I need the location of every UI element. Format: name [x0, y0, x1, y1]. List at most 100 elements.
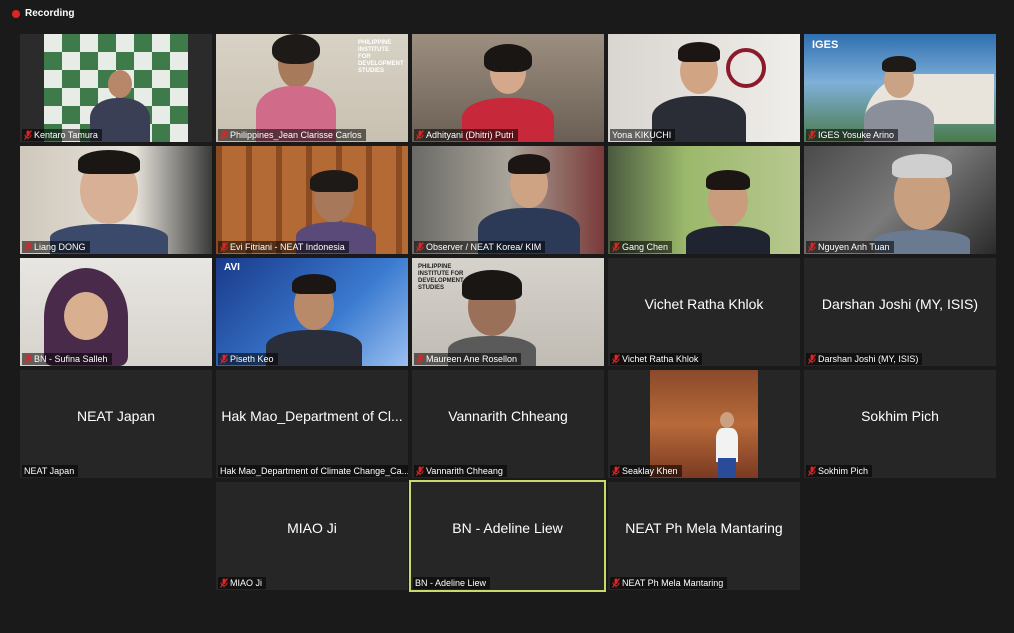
participant-name: Maureen Ane Rosellon	[426, 354, 518, 364]
participant-tile-sokhim-pich[interactable]: Sokhim Pich Sokhim Pich	[804, 370, 996, 478]
participant-label: Maureen Ane Rosellon	[414, 353, 522, 365]
participant-name: Philippines_Jean Clarisse Carlos	[230, 130, 362, 140]
muted-mic-icon	[612, 466, 620, 476]
muted-mic-icon	[808, 130, 816, 140]
participant-tile-kentaro-tamura[interactable]: Kentaro Tamura	[20, 34, 212, 142]
participant-name: Vannarith Chheang	[426, 466, 503, 476]
participant-label: Adhityani (Dhitri) Putri	[414, 129, 518, 141]
participant-name: Nguyen Anh Tuan	[818, 242, 890, 252]
participant-tile-neat-japan[interactable]: NEAT Japan NEAT Japan	[20, 370, 212, 478]
participant-display-name: Vannarith Chheang	[448, 408, 568, 424]
participant-tile-maureen-rosellon[interactable]: PHILIPPINE INSTITUTE FOR DEVELOPMENT STU…	[412, 258, 604, 366]
participant-tile-mela-mantaring[interactable]: NEAT Ph Mela Mantaring NEAT Ph Mela Mant…	[608, 482, 800, 590]
participant-tile-adeline-liew-active-speaker[interactable]: BN - Adeline Liew BN - Adeline Liew	[409, 480, 606, 592]
participant-name: Seaklay Khen	[622, 466, 678, 476]
participant-name: Observer / NEAT Korea/ KIM	[426, 242, 542, 252]
participant-display-name: Vichet Ratha Khlok	[644, 296, 764, 312]
participant-name: Yona KIKUCHI	[612, 130, 672, 140]
participant-label: IGES Yosuke Arino	[806, 129, 899, 141]
participant-label: Piseth Keo	[218, 353, 278, 365]
participant-name: Piseth Keo	[230, 354, 274, 364]
participant-label: Philippines_Jean Clarisse Carlos	[218, 129, 366, 141]
participant-name: BN - Sufina Salleh	[34, 354, 108, 364]
participant-label: Gang Chen	[610, 241, 673, 253]
participant-name: Evi Fitriani - NEAT Indonesia	[230, 242, 345, 252]
participant-display-name: Sokhim Pich	[861, 408, 939, 424]
participant-name: Kentaro Tamura	[34, 130, 98, 140]
muted-mic-icon	[612, 242, 620, 252]
recording-label: Recording	[25, 8, 75, 19]
participant-display-name: BN - Adeline Liew	[452, 520, 563, 536]
participant-label: NEAT Ph Mela Mantaring	[610, 577, 728, 589]
muted-mic-icon	[808, 354, 816, 364]
participant-label: Observer / NEAT Korea/ KIM	[414, 241, 546, 253]
muted-mic-icon	[416, 242, 424, 252]
participant-label: Sokhim Pich	[806, 465, 873, 477]
participant-name: NEAT Japan	[24, 466, 75, 476]
participant-name: Darshan Joshi (MY, ISIS)	[818, 354, 919, 364]
participant-label: Kentaro Tamura	[22, 129, 102, 141]
participant-label: Liang DONG	[22, 241, 90, 253]
participant-name: Liang DONG	[34, 242, 86, 252]
muted-mic-icon	[416, 466, 424, 476]
participant-tile-jean-clarisse-carlos[interactable]: PHILIPPINE INSTITUTE FOR DEVELOPMENT STU…	[216, 34, 408, 142]
participant-name: Gang Chen	[622, 242, 669, 252]
participant-name: MIAO Ji	[230, 578, 263, 588]
participant-tile-liang-dong[interactable]: Liang DONG	[20, 146, 212, 254]
participant-name: Vichet Ratha Khlok	[622, 354, 699, 364]
muted-mic-icon	[220, 242, 228, 252]
participant-tile-vichet-ratha-khlok[interactable]: Vichet Ratha Khlok Vichet Ratha Khlok	[608, 258, 800, 366]
muted-mic-icon	[24, 130, 32, 140]
participant-tile-hak-mao[interactable]: Hak Mao_Department of Cl... Hak Mao_Depa…	[216, 370, 408, 478]
participant-label: Vichet Ratha Khlok	[610, 353, 703, 365]
muted-mic-icon	[808, 242, 816, 252]
recording-indicator[interactable]: Recording	[12, 8, 74, 19]
participant-label: BN - Adeline Liew	[413, 577, 491, 589]
participant-tile-vannarith-chheang[interactable]: Vannarith Chheang Vannarith Chheang	[412, 370, 604, 478]
participant-display-name: MIAO Ji	[287, 520, 337, 536]
muted-mic-icon	[24, 242, 32, 252]
participant-name: Hak Mao_Department of Climate Change_Ca.…	[220, 466, 408, 476]
participant-tile-seaklay-khen[interactable]: Seaklay Khen	[608, 370, 800, 478]
muted-mic-icon	[808, 466, 816, 476]
muted-mic-icon	[416, 130, 424, 140]
participant-name: Sokhim Pich	[818, 466, 869, 476]
participant-tile-evi-fitriani[interactable]: Evi Fitriani - NEAT Indonesia	[216, 146, 408, 254]
participant-tile-neat-korea-kim[interactable]: Observer / NEAT Korea/ KIM	[412, 146, 604, 254]
participant-label: Evi Fitriani - NEAT Indonesia	[218, 241, 349, 253]
participant-display-name: Darshan Joshi (MY, ISIS)	[821, 296, 979, 312]
participant-tile-adhityani-putri[interactable]: Adhityani (Dhitri) Putri	[412, 34, 604, 142]
muted-mic-icon	[612, 578, 620, 588]
participant-tile-yosuke-arino[interactable]: IGES IGES Yosuke Arino	[804, 34, 996, 142]
participant-label: BN - Sufina Salleh	[22, 353, 112, 365]
participant-name: IGES Yosuke Arino	[818, 130, 895, 140]
participant-display-name: NEAT Japan	[76, 408, 156, 424]
muted-mic-icon	[24, 354, 32, 364]
participant-tile-sufina-salleh[interactable]: BN - Sufina Salleh	[20, 258, 212, 366]
participant-tile-miao-ji[interactable]: MIAO Ji MIAO Ji	[216, 482, 408, 590]
muted-mic-icon	[220, 578, 228, 588]
participant-label: NEAT Japan	[22, 465, 79, 477]
record-dot-icon	[12, 9, 20, 18]
participant-name: Adhityani (Dhitri) Putri	[426, 130, 514, 140]
participant-label: Yona KIKUCHI	[610, 129, 676, 141]
participant-label: Hak Mao_Department of Climate Change_Ca.…	[218, 465, 408, 477]
participant-label: Darshan Joshi (MY, ISIS)	[806, 353, 923, 365]
participant-name: NEAT Ph Mela Mantaring	[622, 578, 724, 588]
muted-mic-icon	[220, 354, 228, 364]
participant-tile-nguyen-anh-tuan[interactable]: Nguyen Anh Tuan	[804, 146, 996, 254]
participant-label: Nguyen Anh Tuan	[806, 241, 894, 253]
participant-tile-gang-chen[interactable]: Gang Chen	[608, 146, 800, 254]
participant-label: Vannarith Chheang	[414, 465, 507, 477]
participant-tile-darshan-joshi[interactable]: Darshan Joshi (MY, ISIS) Darshan Joshi (…	[804, 258, 996, 366]
participant-tile-yona-kikuchi[interactable]: Yona KIKUCHI	[608, 34, 800, 142]
participant-name: BN - Adeline Liew	[415, 578, 487, 588]
participant-label: MIAO Ji	[218, 577, 267, 589]
muted-mic-icon	[612, 354, 620, 364]
participant-tile-piseth-keo[interactable]: AVI Piseth Keo	[216, 258, 408, 366]
muted-mic-icon	[416, 354, 424, 364]
participant-label: Seaklay Khen	[610, 465, 682, 477]
muted-mic-icon	[220, 130, 228, 140]
participant-display-name: Hak Mao_Department of Cl...	[221, 408, 403, 424]
participant-display-name: NEAT Ph Mela Mantaring	[625, 520, 783, 536]
